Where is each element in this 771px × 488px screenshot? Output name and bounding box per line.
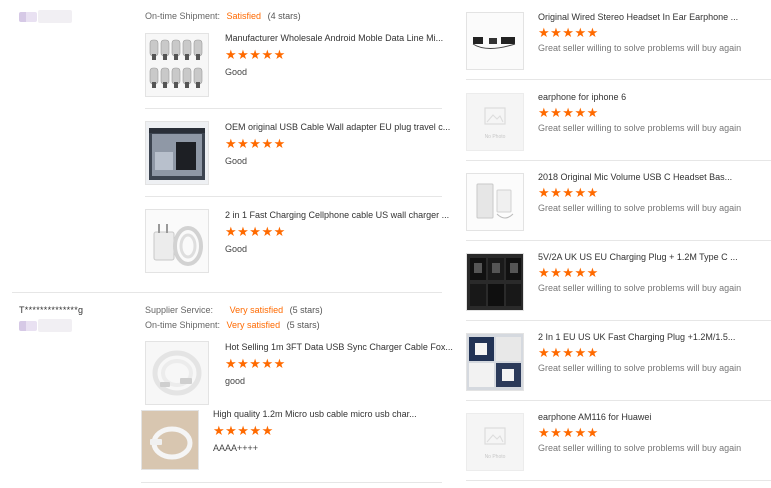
review-comment: Good bbox=[225, 156, 248, 166]
rating-stars: ★★★★★ bbox=[538, 25, 599, 40]
cable-grid-image bbox=[149, 39, 203, 88]
no-photo-thumbnail[interactable]: No Photo bbox=[466, 93, 524, 151]
no-photo-text: No Photo bbox=[485, 134, 506, 140]
micro-usb-cable-image bbox=[142, 411, 198, 469]
charger-box-image bbox=[149, 128, 205, 180]
rating-stars: ★★★★★ bbox=[538, 185, 599, 200]
rating-stars: ★★★★★ bbox=[225, 136, 286, 151]
review-comment: Good bbox=[225, 67, 248, 77]
review-comment: Great seller willing to solve problems w… bbox=[538, 123, 742, 133]
product-thumbnail[interactable] bbox=[141, 410, 199, 470]
wall-charger-image bbox=[153, 224, 203, 266]
product-thumbnail[interactable] bbox=[466, 333, 524, 391]
rating-stars: ★★★★★ bbox=[225, 356, 286, 371]
item-divider bbox=[145, 196, 442, 197]
rating-stars: ★★★★★ bbox=[538, 105, 599, 120]
product-title-link[interactable]: Manufacturer Wholesale Android Moble Dat… bbox=[225, 33, 443, 43]
review-divider bbox=[12, 292, 442, 293]
product-title-link[interactable]: earphone for iphone 6 bbox=[538, 92, 626, 102]
product-title-link[interactable]: 2018 Original Mic Volume USB C Headset B… bbox=[538, 172, 732, 182]
product-title-link[interactable]: 2 in 1 Fast Charging Cellphone cable US … bbox=[225, 210, 449, 220]
service-rating-row: Supplier Service: Very satisfied (5 star… bbox=[145, 305, 323, 315]
no-photo-icon: No Photo bbox=[484, 427, 506, 460]
review-comment: AAAA++++ bbox=[213, 443, 259, 453]
review-comment: Great seller willing to solve problems w… bbox=[538, 363, 742, 373]
product-title-link[interactable]: earphone AM116 for Huawei bbox=[538, 412, 651, 422]
product-thumbnail[interactable] bbox=[145, 209, 209, 273]
review-comment: Great seller willing to solve problems w… bbox=[538, 283, 742, 293]
shipment-stars-text: (4 stars) bbox=[267, 11, 301, 21]
usb-cable-image bbox=[152, 350, 202, 396]
review-comment: Great seller willing to solve problems w… bbox=[538, 43, 742, 53]
product-title-link[interactable]: High quality 1.2m Micro usb cable micro … bbox=[213, 409, 417, 419]
item-divider bbox=[466, 400, 771, 401]
item-divider bbox=[141, 482, 442, 483]
item-divider bbox=[466, 240, 771, 241]
item-divider bbox=[145, 108, 442, 109]
product-thumbnail[interactable] bbox=[145, 341, 209, 405]
no-photo-thumbnail[interactable]: No Photo bbox=[466, 413, 524, 471]
review-comment: Great seller willing to solve problems w… bbox=[538, 203, 742, 213]
service-stars-text: (5 stars) bbox=[289, 305, 323, 315]
rating-stars: ★★★★★ bbox=[213, 423, 274, 438]
review-comment: Good bbox=[225, 244, 248, 254]
review-comment: good bbox=[225, 376, 246, 386]
product-thumbnail[interactable] bbox=[466, 173, 524, 231]
no-photo-text: No Photo bbox=[485, 454, 506, 460]
product-thumbnail[interactable] bbox=[145, 121, 209, 185]
shipment-label: On-time Shipment: bbox=[145, 11, 221, 21]
earphones-image bbox=[472, 37, 516, 49]
shipment-rating-row: On-time Shipment: Satisfied (4 stars) bbox=[145, 11, 301, 21]
product-title-link[interactable]: Original Wired Stereo Headset In Ear Ear… bbox=[538, 12, 738, 22]
product-title-link[interactable]: Hot Selling 1m 3FT Data USB Sync Charger… bbox=[225, 342, 453, 352]
product-thumbnail[interactable] bbox=[145, 33, 209, 97]
rating-stars: ★★★★★ bbox=[225, 224, 286, 239]
rating-stars: ★★★★★ bbox=[538, 265, 599, 280]
review-comment: Great seller willing to solve problems w… bbox=[538, 443, 742, 453]
product-title-link[interactable]: 2 In 1 EU US UK Fast Charging Plug +1.2M… bbox=[538, 332, 735, 342]
headset-box-image bbox=[476, 183, 514, 219]
reviewer-name: T**************g bbox=[19, 305, 84, 315]
item-divider bbox=[466, 480, 771, 481]
shipment-label: On-time Shipment: bbox=[145, 320, 221, 330]
service-label: Supplier Service: bbox=[145, 305, 214, 315]
item-divider bbox=[466, 320, 771, 321]
reviewer-country-blurred bbox=[38, 319, 72, 332]
reviewer-avatar-blurred bbox=[19, 321, 37, 331]
chargers-image bbox=[470, 258, 521, 306]
reviewer-avatar-blurred bbox=[19, 12, 37, 22]
shipment-stars-text: (5 stars) bbox=[286, 320, 320, 330]
service-value: Very satisfied bbox=[229, 305, 284, 315]
rating-stars: ★★★★★ bbox=[538, 345, 599, 360]
item-divider bbox=[466, 79, 771, 80]
no-photo-icon: No Photo bbox=[484, 107, 506, 140]
charger-kits-image bbox=[469, 337, 521, 387]
shipment-rating-row: On-time Shipment: Very satisfied (5 star… bbox=[145, 320, 320, 330]
shipment-value: Satisfied bbox=[226, 11, 262, 21]
shipment-value: Very satisfied bbox=[226, 320, 281, 330]
rating-stars: ★★★★★ bbox=[225, 47, 286, 62]
product-title-link[interactable]: 5V/2A UK US EU Charging Plug + 1.2M Type… bbox=[538, 252, 738, 262]
product-thumbnail[interactable] bbox=[466, 12, 524, 70]
product-title-link[interactable]: OEM original USB Cable Wall adapter EU p… bbox=[225, 122, 450, 132]
reviewer-name-blurred bbox=[38, 10, 72, 23]
item-divider bbox=[466, 160, 771, 161]
product-thumbnail[interactable] bbox=[466, 253, 524, 311]
rating-stars: ★★★★★ bbox=[538, 425, 599, 440]
